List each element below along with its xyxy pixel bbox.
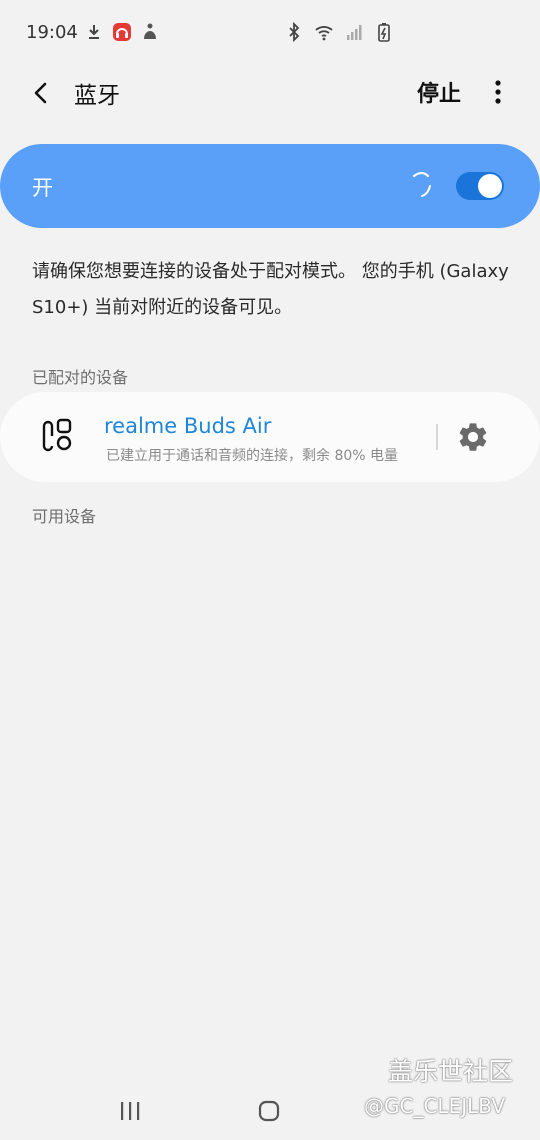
earbuds-icon bbox=[42, 418, 72, 452]
download-icon bbox=[89, 25, 99, 39]
device-divider bbox=[436, 424, 438, 450]
status-left-icons bbox=[84, 22, 160, 42]
signal-icon bbox=[347, 25, 362, 40]
paired-device-item[interactable]: realme Buds Air 已建立用于通话和音频的连接，剩余 80% 电量 bbox=[0, 392, 540, 482]
paired-devices-header: 已配对的设备 bbox=[32, 368, 129, 387]
accessibility-icon bbox=[144, 23, 156, 39]
stop-button[interactable]: 停止 bbox=[417, 76, 461, 108]
battery-charging-icon bbox=[378, 23, 390, 42]
gear-icon[interactable] bbox=[456, 420, 490, 454]
back-button[interactable] bbox=[24, 76, 58, 110]
device-name: realme Buds Air bbox=[104, 414, 272, 438]
headset-app-icon bbox=[113, 23, 131, 41]
app-bar: 蓝牙 停止 bbox=[0, 66, 540, 118]
more-options-icon[interactable] bbox=[486, 74, 510, 110]
page-title: 蓝牙 bbox=[74, 83, 120, 109]
scanning-spinner-icon bbox=[412, 171, 431, 197]
wifi-icon bbox=[315, 26, 333, 41]
bluetooth-icon bbox=[289, 22, 300, 42]
visibility-description: 请确保您想要连接的设备处于配对模式。 您的手机 (Galaxy S10+) 当前… bbox=[32, 261, 509, 318]
bluetooth-toggle[interactable] bbox=[456, 172, 504, 200]
master-switch-label: 开 bbox=[32, 176, 53, 200]
recents-button[interactable] bbox=[118, 1100, 142, 1122]
toggle-knob bbox=[478, 174, 502, 198]
status-bar: 19:04 bbox=[0, 0, 540, 66]
status-time: 19:04 bbox=[26, 22, 78, 43]
home-button[interactable] bbox=[258, 1100, 280, 1122]
device-status: 已建立用于通话和音频的连接，剩余 80% 电量 bbox=[106, 448, 399, 464]
navigation-bar bbox=[0, 1080, 540, 1140]
status-right-icons bbox=[284, 22, 394, 42]
available-devices-header: 可用设备 bbox=[32, 507, 97, 526]
